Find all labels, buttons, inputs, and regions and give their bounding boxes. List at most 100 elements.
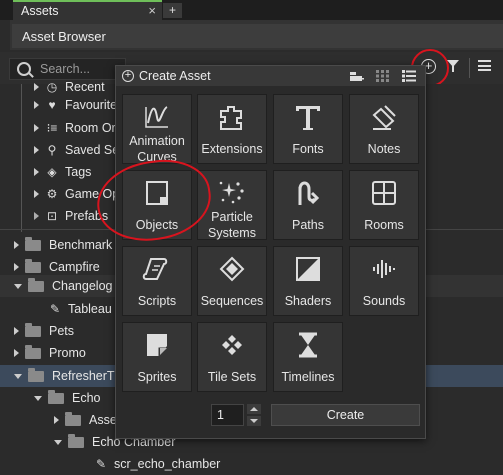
close-icon[interactable]: × (148, 3, 156, 18)
tile-fonts[interactable]: Fonts (273, 94, 343, 164)
heart-icon: ♥ (48, 98, 56, 112)
chevron-down-icon[interactable] (54, 439, 62, 445)
quantity-stepper-buttons (247, 404, 261, 426)
chevron-right-icon[interactable] (14, 327, 19, 335)
quantity-stepper[interactable]: 1 (211, 404, 244, 426)
script-icon (142, 258, 168, 280)
tree-item-label: scr_echo_chamber (114, 457, 221, 471)
search-placeholder: Search... (40, 62, 91, 76)
folder-icon (68, 433, 84, 448)
tile-shaders[interactable]: Shaders (273, 246, 343, 316)
increment-button[interactable] (247, 404, 261, 414)
prefab-icon: ⊡ (46, 209, 58, 223)
tree-item-label: Tableau (68, 302, 112, 316)
search-icon: ⚲ (47, 143, 57, 157)
toolbar-divider (469, 58, 470, 78)
create-asset-header: + Create Asset (116, 66, 425, 86)
chevron-right-icon[interactable] (14, 263, 19, 271)
add-tab-button[interactable]: + (163, 3, 182, 18)
decrement-button[interactable] (247, 416, 261, 426)
chevron-right-icon[interactable] (34, 124, 39, 132)
tile-notes[interactable]: Notes (349, 94, 419, 164)
tile-label: Sounds (362, 294, 406, 308)
folder-view-icon[interactable] (350, 70, 364, 82)
chevron-right-icon[interactable] (34, 146, 39, 154)
font-icon (296, 106, 320, 130)
sprite-icon (147, 334, 167, 356)
tree-item-label: Pets (49, 324, 75, 338)
tree-item-script[interactable]: ✎ scr_echo_chamber (0, 453, 503, 475)
chevron-right-icon[interactable] (34, 168, 39, 176)
particle-icon (219, 181, 244, 204)
tile-sequences[interactable]: Sequences (197, 246, 267, 316)
tile-extensions[interactable]: Extensions (197, 94, 267, 164)
tag-icon: ◈ (47, 165, 57, 179)
tab-assets[interactable]: Assets × (13, 0, 162, 20)
tree-item-label: RefresherT (52, 369, 115, 383)
tile-label: Paths (292, 218, 324, 232)
puzzle-icon (220, 106, 242, 130)
tile-label: Rooms (364, 218, 404, 232)
timeline-icon (299, 332, 317, 358)
list-view-icon[interactable] (402, 70, 416, 82)
tileset-icon (222, 335, 242, 355)
folder-icon (28, 277, 44, 292)
chevron-down-icon[interactable] (14, 283, 22, 289)
chevron-right-icon[interactable] (14, 349, 19, 357)
filter-icon-stem (452, 66, 454, 72)
menu-icon[interactable] (478, 60, 491, 71)
create-button[interactable]: Create (271, 404, 420, 426)
gear-icon: ⚙ (46, 187, 58, 201)
tile-label: Tile Sets (207, 370, 257, 384)
pen-icon: ✎ (49, 302, 61, 316)
chevron-down-icon[interactable] (34, 395, 42, 401)
sound-icon (373, 260, 395, 278)
animation-curve-icon (145, 106, 168, 128)
folder-icon (25, 344, 41, 359)
search-icon (17, 62, 31, 76)
tree-item-label: Campfire (49, 260, 100, 274)
asset-browser-title: Asset Browser (12, 24, 503, 48)
tile-label: Timelines (281, 370, 335, 384)
chevron-right-icon[interactable] (34, 212, 39, 220)
tile-label: Notes (367, 142, 401, 156)
tile-label: Scripts (137, 294, 177, 308)
chevron-right-icon[interactable] (54, 416, 59, 424)
script-icon: ✎ (95, 457, 107, 471)
chevron-right-icon[interactable] (34, 190, 39, 198)
tree-item-label: Tags (65, 165, 92, 179)
folder-icon (28, 367, 44, 382)
sequence-icon (219, 256, 245, 282)
folder-icon (25, 258, 41, 273)
tile-paths[interactable]: Paths (273, 170, 343, 240)
plus-circle-icon: + (122, 70, 134, 82)
tile-sprites[interactable]: Sprites (122, 322, 192, 392)
tile-scripts[interactable]: Scripts (122, 246, 192, 316)
folder-icon (25, 322, 41, 337)
tile-label: Shaders (284, 294, 332, 308)
tree-item-label: Recent (65, 80, 105, 94)
clock-icon: ◷ (46, 80, 58, 94)
tile-label: Sequences (200, 294, 264, 308)
tile-rooms[interactable]: Rooms (349, 170, 419, 240)
quantity-value: 1 (217, 408, 224, 422)
tile-timelines[interactable]: Timelines (273, 322, 343, 392)
chevron-down-icon[interactable] (14, 373, 22, 379)
tree-item-label: Promo (49, 346, 86, 360)
tree-item-label: Changelog (52, 279, 113, 293)
chevron-right-icon[interactable] (34, 83, 39, 91)
grid-view-icon[interactable] (376, 70, 390, 82)
tree-item-label: Benchmark (49, 238, 113, 252)
page-title: Asset Browser (22, 28, 106, 44)
tile-label: Fonts (292, 142, 324, 156)
chevron-right-icon[interactable] (34, 101, 39, 109)
chevron-right-icon[interactable] (14, 241, 19, 249)
tile-animation-curves[interactable]: Animation Curves (122, 94, 192, 164)
tree-item-label: Echo (72, 391, 101, 405)
tile-tile-sets[interactable]: Tile Sets (197, 322, 267, 392)
tile-label: Extensions (201, 142, 263, 156)
tile-sounds[interactable]: Sounds (349, 246, 419, 316)
tab-assets-label: Assets (21, 4, 59, 18)
path-icon (298, 181, 320, 205)
room-icon (372, 181, 396, 205)
